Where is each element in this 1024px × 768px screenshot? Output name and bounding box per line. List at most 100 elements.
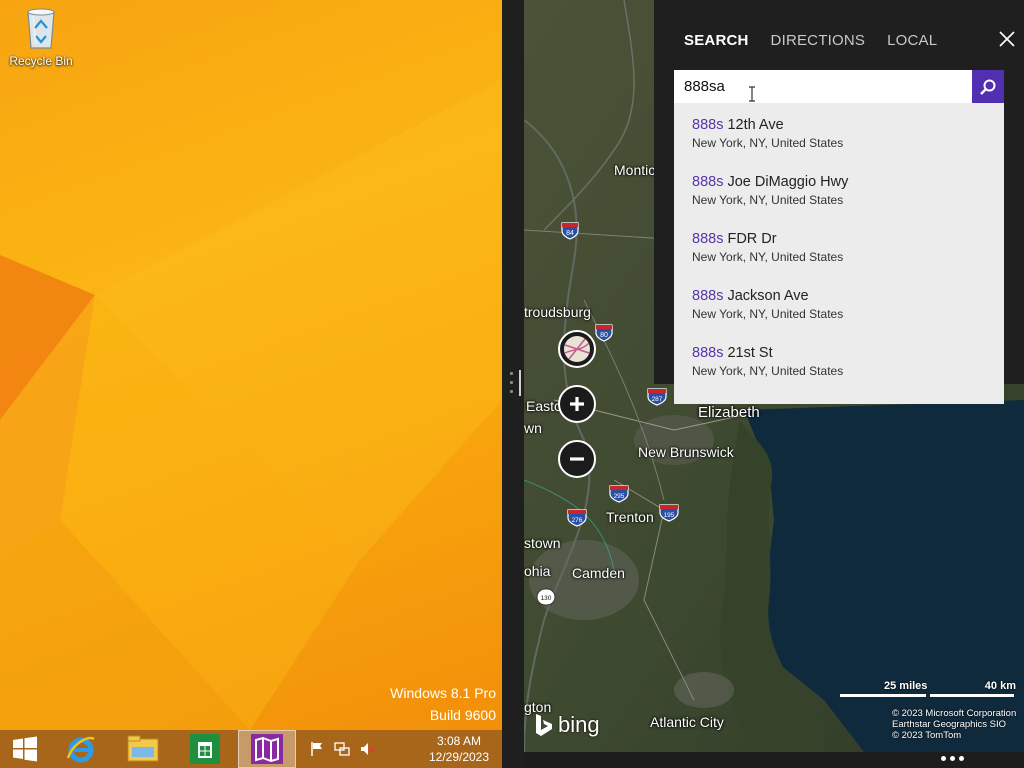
suggestion-match: 888s xyxy=(692,288,724,304)
suggestion-subtitle: New York, NY, United States xyxy=(692,250,844,264)
interstate-shield: 287 xyxy=(647,388,667,406)
suggestion-match: 888s xyxy=(692,174,724,190)
place-label: Trenton xyxy=(606,509,654,525)
suggestion-subtitle: New York, NY, United States xyxy=(692,307,844,321)
search-icon xyxy=(980,79,996,95)
file-explorer-button[interactable] xyxy=(118,730,168,768)
maps-icon xyxy=(251,734,283,764)
place-label: Elizabeth xyxy=(698,404,760,421)
windows-watermark: Windows 8.1 Pro Build 9600 xyxy=(390,682,496,726)
volume-muted-icon[interactable] xyxy=(360,741,376,757)
copyright-line: © 2023 TomTom xyxy=(892,730,962,741)
svg-text:130: 130 xyxy=(541,595,552,602)
system-tray xyxy=(310,730,376,768)
suggestion-item[interactable]: 888s Joe DiMaggio Hwy New York, NY, Unit… xyxy=(692,173,992,207)
map-copyright: © 2023 Microsoft Corporation Earthstar G… xyxy=(892,708,1016,741)
more-options-button[interactable] xyxy=(941,756,964,761)
map-style-button[interactable] xyxy=(558,330,596,368)
taskbar: 3:08 AM 12/29/2023 xyxy=(0,730,502,768)
file-explorer-icon xyxy=(127,735,159,762)
watermark-edition: Windows 8.1 Pro xyxy=(390,685,496,701)
suggestion-match: 888s xyxy=(692,345,724,361)
svg-text:80: 80 xyxy=(600,332,608,339)
bing-logo: bing xyxy=(534,712,600,738)
place-label: Montic xyxy=(614,162,656,178)
zoom-in-button[interactable] xyxy=(558,385,596,423)
clock-date: 12/29/2023 xyxy=(428,750,490,764)
svg-text:84: 84 xyxy=(566,230,574,237)
snap-divider[interactable] xyxy=(502,0,524,768)
copyright-line: © 2023 Microsoft Corporation xyxy=(892,708,1017,719)
svg-text:287: 287 xyxy=(652,396,663,403)
close-icon[interactable] xyxy=(998,30,1016,48)
tab-directions[interactable]: DIRECTIONS xyxy=(771,32,866,49)
interstate-shield: 84 xyxy=(561,222,579,240)
clock-time: 3:08 AM xyxy=(436,734,482,748)
interstate-shield: 195 xyxy=(659,504,679,522)
plus-icon xyxy=(570,397,584,411)
divider-handle[interactable] xyxy=(519,370,521,396)
place-label: New Brunswick xyxy=(638,444,734,460)
place-label: Atlantic City xyxy=(650,714,724,730)
internet-explorer-button[interactable] xyxy=(56,730,106,768)
place-label: wn xyxy=(524,420,542,436)
tab-local[interactable]: LOCAL xyxy=(887,32,937,49)
recycle-bin-icon xyxy=(27,8,55,49)
suggestion-match: 888s xyxy=(692,117,724,133)
place-label: stown xyxy=(524,535,561,551)
svg-text:276: 276 xyxy=(572,517,583,524)
suggestion-title: 12th Ave xyxy=(723,117,784,133)
recycle-bin[interactable]: Recycle Bin xyxy=(8,6,74,68)
suggestion-title: Joe DiMaggio Hwy xyxy=(723,174,849,190)
suggestion-title: Jackson Ave xyxy=(723,288,809,304)
desktop-wallpaper xyxy=(0,80,502,730)
desktop: Recycle Bin Windows 8.1 Pro Build 9600 xyxy=(0,0,502,730)
suggestion-title: 21st St xyxy=(723,345,773,361)
interstate-shield: 295 xyxy=(609,485,629,503)
taskbar-clock[interactable]: 3:08 AM 12/29/2023 xyxy=(416,733,502,765)
search-button[interactable] xyxy=(972,70,1004,103)
suggestion-item[interactable]: 888s Jackson Ave New York, NY, United St… xyxy=(692,287,992,321)
network-icon[interactable] xyxy=(334,741,350,757)
suggestion-title: FDR Dr xyxy=(723,231,777,247)
copyright-line: Earthstar Geographics SIO xyxy=(892,719,1007,730)
place-label: troudsburg xyxy=(524,304,591,320)
tab-search[interactable]: SEARCH xyxy=(684,32,749,49)
store-button[interactable] xyxy=(180,730,230,768)
bing-wordmark: bing xyxy=(558,712,600,737)
suggestion-item[interactable]: 888s 12th Ave New York, NY, United State… xyxy=(692,116,992,150)
suggestion-match: 888s xyxy=(692,231,724,247)
scale-km: 40 km xyxy=(984,680,1016,692)
maps-button[interactable] xyxy=(238,730,296,768)
search-suggestions: 888s 12th Ave New York, NY, United State… xyxy=(674,103,1004,404)
interstate-shield: 80 xyxy=(595,324,613,342)
bing-icon xyxy=(536,714,552,736)
start-icon xyxy=(13,736,37,762)
scale-miles: 25 miles xyxy=(884,680,928,692)
route-shield: 130 xyxy=(536,588,556,606)
watermark-build: Build 9600 xyxy=(429,707,496,723)
suggestion-subtitle: New York, NY, United States xyxy=(692,364,844,378)
scale-bar-miles xyxy=(840,694,926,697)
store-icon xyxy=(190,734,220,764)
flag-icon[interactable] xyxy=(310,741,324,757)
svg-text:195: 195 xyxy=(664,512,675,519)
text-cursor-icon xyxy=(749,86,755,102)
suggestion-subtitle: New York, NY, United States xyxy=(692,193,844,207)
divider-grip[interactable] xyxy=(510,372,513,399)
app-bar xyxy=(524,752,1024,768)
start-button[interactable] xyxy=(0,730,50,768)
place-label: Easto xyxy=(526,398,562,414)
suggestion-item[interactable]: 888s FDR Dr New York, NY, United States xyxy=(692,230,992,264)
suggestion-subtitle: New York, NY, United States xyxy=(692,136,844,150)
search-input[interactable] xyxy=(674,70,972,103)
place-label: Camden xyxy=(572,565,625,581)
recycle-bin-label: Recycle Bin xyxy=(9,54,73,68)
minus-icon xyxy=(570,457,584,461)
suggestion-item[interactable]: 888s 21st St New York, NY, United States xyxy=(692,344,992,378)
zoom-out-button[interactable] xyxy=(558,440,596,478)
search-tabs: SEARCH DIRECTIONS LOCAL xyxy=(684,32,937,49)
interstate-shield: 276 xyxy=(567,509,587,527)
map-style-icon xyxy=(564,336,590,362)
svg-text:295: 295 xyxy=(614,493,625,500)
